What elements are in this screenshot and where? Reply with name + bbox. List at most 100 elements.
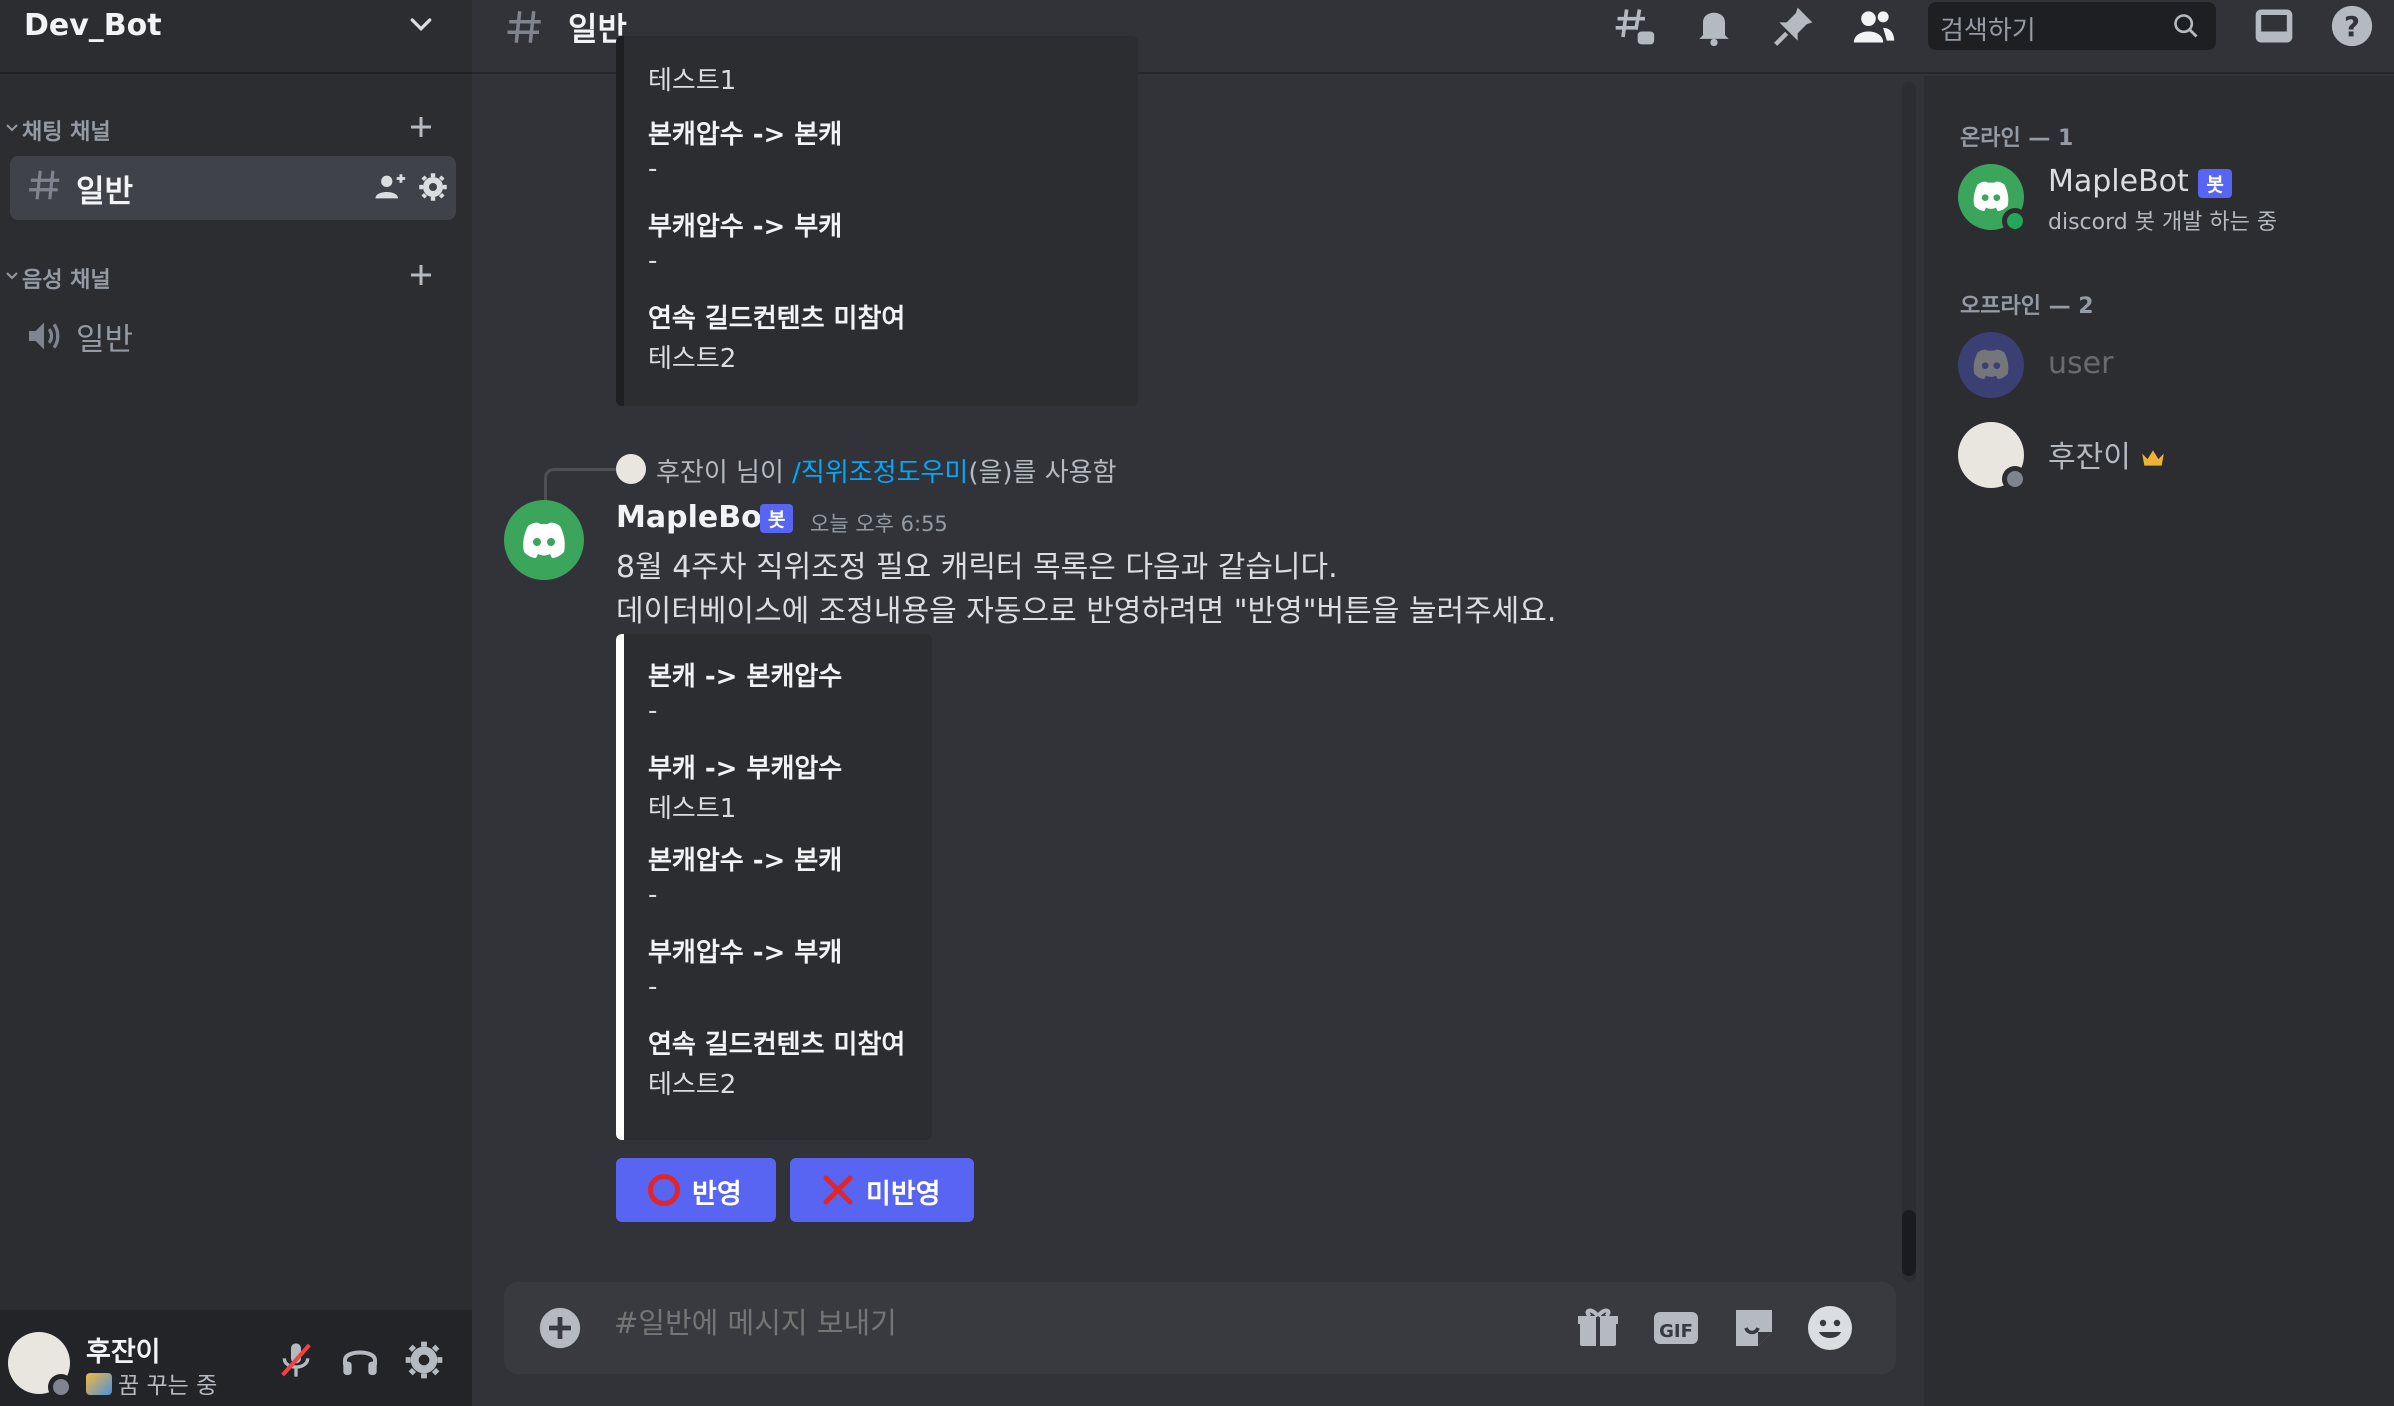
gear-icon[interactable]: [404, 1340, 444, 1380]
status-emoji-icon: [86, 1373, 112, 1395]
hash-icon: [29, 170, 60, 200]
channel-item-general[interactable]: 일반: [10, 156, 456, 220]
mic-muted-icon[interactable]: [276, 1340, 316, 1380]
server-name: Dev_Bot: [24, 8, 162, 43]
avatar: [1958, 332, 2024, 398]
message-text: 데이터베이스에 조정내용을 자동으로 반영하려면 "반영"버튼을 눌러주세요.: [616, 594, 1557, 629]
search-input[interactable]: 검색하기: [1928, 2, 2216, 50]
command-suffix: (을)를 사용함: [968, 458, 1117, 488]
voice-channel-general[interactable]: 일반: [10, 304, 456, 368]
bot-badge: 봇: [760, 504, 794, 533]
server-header[interactable]: Dev_Bot: [0, 0, 472, 74]
command-usage: 후잔이 님이 /직위조정도우미(을)를 사용함: [656, 452, 1117, 489]
member-name: 후잔이: [2048, 432, 2166, 476]
status-indicator: [2002, 208, 2028, 234]
embed-field-value: 테스트1: [648, 66, 737, 96]
speaker-icon: [29, 322, 60, 350]
o-mark-icon: [647, 1173, 681, 1207]
member-activity: discord 봇 개발 하는 중: [2048, 210, 2278, 235]
embed-field-name: 본캐 -> 본캐압수: [648, 662, 843, 692]
pin-icon[interactable]: [1772, 4, 1816, 48]
avatar[interactable]: [504, 500, 584, 580]
member-item[interactable]: MapleBot 봇 discord 봇 개발 하는 중: [1958, 164, 2378, 235]
embed-field-value: -: [648, 880, 658, 910]
embed-field-value: 테스트2: [648, 344, 737, 374]
reject-button[interactable]: 미반영: [790, 1158, 974, 1222]
discord-logo-icon: [1973, 181, 2009, 211]
user-name[interactable]: 후잔이: [86, 1330, 161, 1369]
embed-field-name: 부캐압수 -> 부캐: [648, 938, 843, 968]
embed-field-name: 부캐 -> 부캐압수: [648, 754, 843, 784]
member-item[interactable]: user: [1958, 332, 2378, 402]
embed-field-name: 본캐압수 -> 본캐: [648, 120, 843, 150]
channel-sidebar: Dev_Bot 채팅 채널 일반 음성 채널 일반 후잔이 꿈 꾸는 중: [0, 0, 472, 1406]
embed-main: 본캐 -> 본캐압수 - 부캐 -> 부캐압수 테스트1 본캐압수 -> 본캐 …: [616, 634, 932, 1140]
hash-icon: [507, 11, 541, 43]
category-voice-channels[interactable]: 음성 채널: [0, 258, 472, 298]
message-input[interactable]: [614, 1306, 1514, 1340]
user-panel: 후잔이 꿈 꾸는 중: [0, 1310, 472, 1406]
add-member-icon[interactable]: [374, 170, 408, 204]
embed-field-name: 연속 길드컨텐츠 미참여: [648, 1030, 906, 1060]
embed-field-name: 본캐압수 -> 본캐: [648, 846, 843, 876]
embed-field-value: 테스트1: [648, 794, 737, 824]
embed-field-value: 테스트2: [648, 1070, 737, 1100]
apply-button[interactable]: 반영: [616, 1158, 776, 1222]
discord-logo-icon: [523, 522, 565, 558]
bot-badge: 봇: [2198, 169, 2232, 198]
member-name: user: [2048, 346, 2114, 381]
gift-icon[interactable]: [1574, 1304, 1622, 1352]
chevron-down-icon: [6, 124, 18, 132]
message-author[interactable]: MapleBot: [616, 500, 776, 535]
member-name-text: 후잔이: [2048, 440, 2131, 475]
embed-field-name: 연속 길드컨텐츠 미참여: [648, 304, 906, 334]
sticker-icon[interactable]: [1730, 1304, 1778, 1352]
chevron-down-icon[interactable]: [406, 10, 436, 40]
message-composer: GIF: [504, 1282, 1896, 1374]
apply-button-label: 반영: [692, 1179, 742, 1210]
embed-accent-bar: [616, 36, 624, 406]
message-text: 8월 4주차 직위조정 필요 캐릭터 목록은 다음과 같습니다.: [616, 550, 1338, 585]
emoji-icon[interactable]: [1806, 1304, 1854, 1352]
category-text-channels[interactable]: 채팅 채널: [0, 110, 472, 150]
embed-field-value: -: [648, 696, 658, 726]
member-name-text: MapleBot: [2048, 164, 2189, 199]
members-icon[interactable]: [1852, 4, 1896, 48]
status-indicator: [48, 1374, 74, 1400]
scrollbar-track[interactable]: [1902, 82, 1916, 1282]
help-icon[interactable]: ?: [2330, 4, 2374, 48]
member-item[interactable]: 후잔이: [1958, 422, 2378, 492]
plus-icon[interactable]: [406, 112, 436, 142]
command-user[interactable]: 후잔이 님이: [656, 458, 784, 488]
scrollbar-thumb[interactable]: [1902, 1210, 1916, 1276]
message-timestamp: 오늘 오후 6:55: [810, 512, 948, 536]
bell-icon[interactable]: [1692, 4, 1736, 48]
member-list: 온라인 — 1 MapleBot 봇 discord 봇 개발 하는 중 오프라…: [1924, 76, 2394, 1406]
embed-field-value: -: [648, 154, 658, 184]
plus-icon[interactable]: [406, 260, 436, 290]
embed-previous: 테스트1 본캐압수 -> 본캐 - 부캐압수 -> 부캐 - 연속 길드컨텐츠 …: [616, 36, 1138, 406]
status-indicator: [2002, 466, 2028, 492]
gif-icon[interactable]: GIF: [1652, 1304, 1700, 1352]
gear-icon[interactable]: [418, 172, 448, 202]
x-mark-icon: [823, 1175, 853, 1205]
channel-label: 일반: [76, 174, 134, 210]
user-status: 꿈 꾸는 중: [86, 1366, 217, 1400]
member-name: MapleBot 봇: [2048, 164, 2232, 199]
user-status-text: 꿈 꾸는 중: [118, 1373, 218, 1399]
svg-text:GIF: GIF: [1659, 1321, 1693, 1342]
threads-icon[interactable]: [1612, 4, 1656, 48]
channel-label: 일반: [76, 322, 134, 358]
embed-field-name: 부캐압수 -> 부캐: [648, 212, 843, 242]
avatar[interactable]: [616, 454, 646, 484]
embed-field-value: -: [648, 972, 658, 1002]
offline-header: 오프라인 — 2: [1960, 294, 2094, 319]
message-list: 테스트1 본캐압수 -> 본캐 - 부캐압수 -> 부캐 - 연속 길드컨텐츠 …: [472, 36, 1922, 1306]
crown-icon: [2142, 450, 2165, 466]
headphones-icon[interactable]: [340, 1340, 380, 1380]
search-placeholder: 검색하기: [1940, 16, 2036, 46]
plus-circle-icon[interactable]: [538, 1306, 582, 1350]
command-name[interactable]: /직위조정도우미: [792, 458, 968, 488]
reply-connector: [544, 468, 616, 502]
inbox-icon[interactable]: [2252, 4, 2296, 48]
